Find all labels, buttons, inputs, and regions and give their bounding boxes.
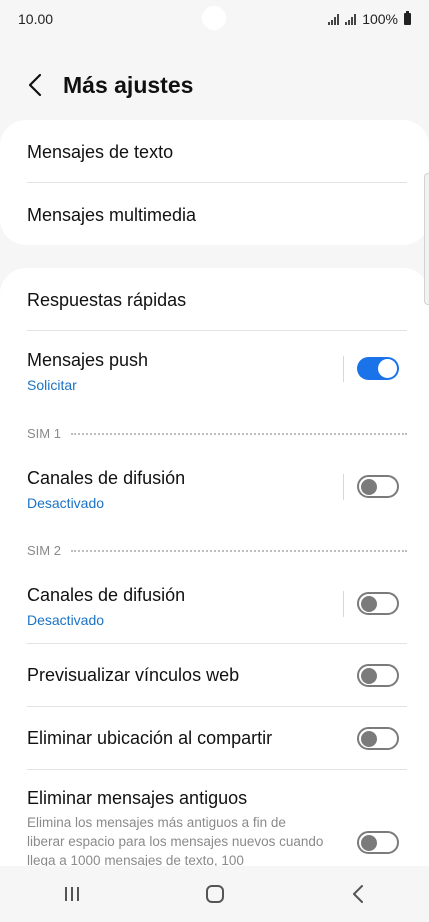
delete-old-messages-label: Eliminar mensajes antiguos [27, 788, 248, 808]
remove-location-item[interactable]: Eliminar ubicación al compartir [27, 728, 407, 749]
sim1-broadcast-item[interactable]: Canales de difusión Desactivado [27, 468, 407, 511]
text-messages-label: Mensajes de texto [27, 142, 174, 162]
sim1-section-header: SIM 1 [27, 426, 407, 441]
back-nav-button[interactable] [328, 866, 388, 922]
battery-icon [404, 11, 411, 25]
sim1-broadcast-status: Desactivado [27, 495, 105, 511]
vertical-divider [343, 474, 344, 500]
sim1-broadcast-toggle[interactable] [357, 475, 399, 498]
scrollbar-handle[interactable] [424, 173, 429, 305]
home-icon [205, 885, 224, 903]
delete-old-messages-toggle[interactable] [357, 831, 399, 854]
navigation-bar [0, 866, 429, 922]
status-time: 10.00 [18, 11, 54, 27]
sim1-label: SIM 1 [27, 426, 61, 441]
preview-links-item[interactable]: Previsualizar vínculos web [27, 665, 407, 686]
home-button[interactable] [185, 866, 245, 922]
signal-sim1-icon [328, 13, 340, 25]
camera-cutout [202, 6, 226, 30]
vertical-divider [343, 591, 344, 617]
remove-location-toggle[interactable] [357, 727, 399, 750]
status-indicators: 100% [328, 11, 411, 27]
push-messages-label: Mensajes push [27, 350, 149, 370]
delete-old-messages-item[interactable]: Eliminar mensajes antiguos Elimina los m… [27, 788, 407, 870]
recent-apps-icon [64, 887, 79, 901]
remove-location-label: Eliminar ubicación al compartir [27, 728, 273, 748]
quick-replies-item[interactable]: Respuestas rápidas [27, 290, 407, 311]
divider [27, 643, 407, 644]
back-button[interactable] [10, 60, 60, 110]
multimedia-messages-item[interactable]: Mensajes multimedia [27, 205, 407, 226]
divider [27, 769, 407, 770]
header: Más ajustes [0, 60, 429, 110]
sim2-broadcast-toggle[interactable] [357, 592, 399, 615]
multimedia-messages-label: Mensajes multimedia [27, 205, 197, 225]
sim2-broadcast-item[interactable]: Canales de difusión Desactivado [27, 585, 407, 628]
section-dotted-line [70, 432, 407, 435]
quick-replies-label: Respuestas rápidas [27, 290, 187, 310]
sim1-broadcast-label: Canales de difusión [27, 468, 186, 488]
recent-apps-button[interactable] [42, 866, 102, 922]
sim2-broadcast-label: Canales de difusión [27, 585, 186, 605]
push-messages-item[interactable]: Mensajes push Solicitar [27, 350, 407, 393]
divider [27, 706, 407, 707]
sim2-section-header: SIM 2 [27, 543, 407, 558]
sim2-broadcast-status: Desactivado [27, 612, 105, 628]
vertical-divider [343, 356, 344, 382]
sim2-label: SIM 2 [27, 543, 61, 558]
push-messages-toggle[interactable] [357, 357, 399, 380]
preview-links-label: Previsualizar vínculos web [27, 665, 240, 685]
push-messages-status: Solicitar [27, 377, 77, 393]
back-nav-icon [352, 885, 363, 903]
text-messages-item[interactable]: Mensajes de texto [27, 142, 407, 163]
page-title: Más ajustes [63, 71, 194, 98]
settings-card-options: Respuestas rápidas Mensajes push Solicit… [0, 268, 429, 888]
preview-links-toggle[interactable] [357, 664, 399, 687]
back-arrow-icon [28, 73, 42, 97]
section-dotted-line [70, 549, 407, 552]
settings-card-messages: Mensajes de texto Mensajes multimedia [0, 120, 429, 245]
divider [27, 330, 407, 331]
divider [27, 182, 407, 183]
delete-old-messages-description: Elimina los mensajes más antiguos a fin … [27, 815, 324, 868]
battery-percentage: 100% [362, 11, 398, 27]
signal-sim2-icon [345, 13, 357, 25]
